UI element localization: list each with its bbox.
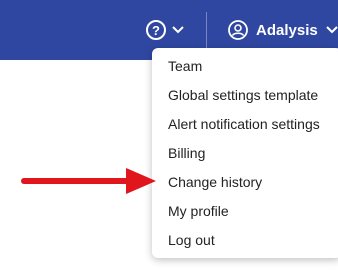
menu-item-my-profile[interactable]: My profile [152, 197, 338, 226]
user-dropdown-menu: Team Global settings template Alert noti… [152, 48, 338, 258]
chevron-down-icon [325, 26, 338, 34]
menu-item-global-settings-template[interactable]: Global settings template [152, 81, 338, 110]
user-name: Adalysis [256, 21, 318, 39]
chevron-down-icon [172, 26, 184, 34]
user-menu-button[interactable]: Adalysis [228, 18, 338, 42]
menu-item-team[interactable]: Team [152, 52, 338, 81]
red-pointer-arrow [20, 166, 160, 201]
user-account-icon [228, 20, 248, 40]
menu-item-change-history[interactable]: Change history [152, 168, 338, 197]
menu-item-log-out[interactable]: Log out [152, 226, 338, 255]
menu-item-billing[interactable]: Billing [152, 139, 338, 168]
help-icon: ? [146, 20, 166, 40]
help-menu-button[interactable]: ? [146, 18, 190, 42]
menu-item-alert-notification-settings[interactable]: Alert notification settings [152, 110, 338, 139]
header-divider [206, 12, 207, 48]
